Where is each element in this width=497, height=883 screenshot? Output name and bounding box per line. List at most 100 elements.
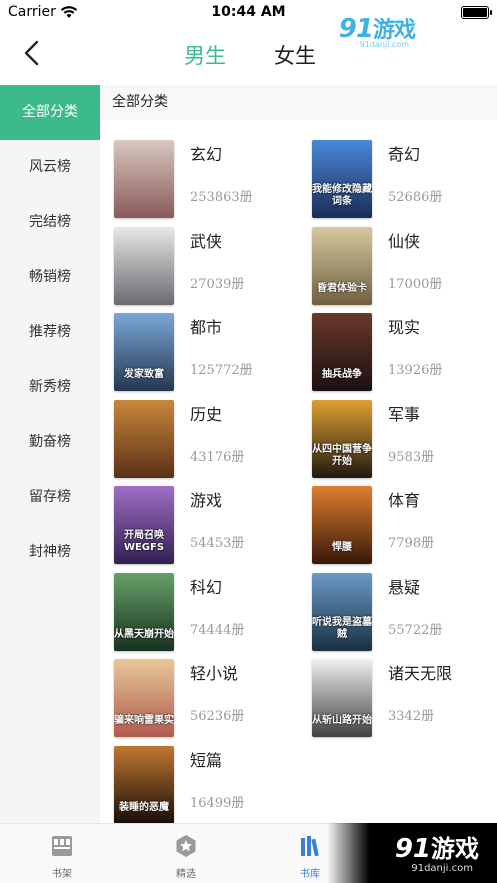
category-name: 轻小说 bbox=[190, 664, 239, 683]
header: 男生 女生 bbox=[0, 26, 497, 84]
category-count: 253863册 bbox=[190, 190, 253, 205]
tab-library-label: 书库 bbox=[300, 869, 320, 880]
book-cover: 发家致富 bbox=[114, 313, 174, 391]
sidebar-item-wanjie[interactable]: 完结榜 bbox=[0, 195, 100, 250]
book-cover: 装睡的恶魔 bbox=[114, 745, 174, 824]
category-name: 历史 bbox=[190, 404, 223, 424]
star-badge-icon bbox=[176, 835, 196, 857]
sidebar-item-xinxiu[interactable]: 新秀榜 bbox=[0, 360, 100, 415]
category-count: 52686册 bbox=[388, 190, 443, 205]
book-cover-title: 开局召唤WEGFS bbox=[123, 530, 165, 553]
book-cover-title: 从黑天崩开始 bbox=[114, 628, 174, 640]
library-icon bbox=[301, 836, 319, 857]
category-item[interactable]: 抽兵战争 现实 13926册 bbox=[298, 313, 488, 393]
tab-bookshelf[interactable]: 书架 bbox=[32, 834, 92, 881]
sidebar-item-fengyun[interactable]: 风云榜 bbox=[0, 140, 100, 195]
category-name: 现实 bbox=[388, 318, 421, 337]
book-cover: 抽兵战争 bbox=[312, 313, 372, 391]
category-name: 诸天无限 bbox=[388, 664, 453, 683]
tab-male[interactable]: 男生 bbox=[184, 40, 226, 70]
category-item[interactable]: 装睡的恶魔 短篇 16499册 bbox=[100, 745, 290, 826]
sidebar-item-fengshen[interactable]: 封神榜 bbox=[0, 525, 100, 580]
category-count: 3342册 bbox=[388, 709, 435, 724]
sidebar-item-all[interactable]: 全部分类 bbox=[0, 85, 100, 140]
category-item[interactable]: 听说我是盗墓贼 悬疑 55722册 bbox=[298, 572, 488, 653]
watermark-domain-bottom: 91danji.com bbox=[411, 863, 473, 874]
category-item[interactable]: 我能修改隐藏词条 奇幻 52686册 bbox=[298, 140, 488, 220]
category-name: 科幻 bbox=[190, 577, 223, 597]
category-item[interactable]: 历史 43176册 bbox=[100, 399, 290, 480]
battery-icon bbox=[461, 6, 492, 19]
sidebar-item-liucun[interactable]: 留存榜 bbox=[0, 470, 100, 525]
book-cover: 昏君体验卡 bbox=[312, 226, 372, 305]
sidebar: 全部分类 风云榜 完结榜 畅销榜 推荐榜 新秀榜 勤奋榜 留存榜 封神榜 bbox=[0, 85, 100, 823]
sidebar-item-qinfen[interactable]: 勤奋榜 bbox=[0, 415, 100, 470]
category-count: 54453册 bbox=[190, 536, 245, 551]
category-item[interactable]: 武侠 27039册 bbox=[100, 226, 290, 307]
category-name: 玄幻 bbox=[190, 145, 223, 164]
category-name: 悬疑 bbox=[388, 577, 421, 597]
category-count: 9583册 bbox=[388, 449, 435, 465]
category-item[interactable]: 开局召唤WEGFS 游戏 54453册 bbox=[100, 486, 290, 566]
tab-featured[interactable]: 精选 bbox=[156, 834, 216, 881]
category-panel: 全部分类 玄幻 253863册 我能修改隐藏词条 奇幻 52686册武侠 27039册 昏君… bbox=[100, 85, 497, 826]
category-item[interactable]: 昏君体验卡 仙侠 17000册 bbox=[298, 226, 488, 307]
book-cover-title: 悍腰 bbox=[332, 542, 352, 553]
book-cover: 悍腰 bbox=[312, 486, 372, 564]
book-cover-title: 抽兵战争 bbox=[322, 369, 362, 380]
category-count: 125772册 bbox=[190, 363, 253, 378]
book-cover bbox=[114, 399, 174, 478]
book-cover: 从四中国营争开始 bbox=[312, 399, 372, 478]
book-cover: 从黑天崩开始 bbox=[114, 572, 174, 651]
category-name: 游戏 bbox=[190, 491, 223, 510]
category-name: 武侠 bbox=[190, 231, 223, 251]
category-item[interactable]: 骗来响雷果实 轻小说 56236册 bbox=[100, 659, 290, 739]
book-cover-title: 从斩山路开始 bbox=[312, 715, 372, 726]
book-cover-title: 装睡的恶魔 bbox=[119, 801, 169, 813]
category-item[interactable]: 从斩山路开始 诸天无限 3342册 bbox=[298, 659, 488, 739]
category-count: 16499册 bbox=[190, 795, 245, 811]
book-cover: 我能修改隐藏词条 bbox=[312, 140, 372, 218]
status-bar: Carrier 10:44 AM bbox=[0, 0, 497, 26]
book-cover bbox=[114, 226, 174, 305]
category-count: 56236册 bbox=[190, 709, 245, 724]
category-count: 27039册 bbox=[190, 276, 245, 292]
category-count: 13926册 bbox=[388, 363, 443, 378]
category-name: 都市 bbox=[190, 318, 223, 337]
book-cover-title: 发家致富 bbox=[124, 369, 164, 380]
section-title: 全部分类 bbox=[100, 85, 497, 120]
category-item[interactable]: 发家致富 都市 125772册 bbox=[100, 313, 290, 393]
category-name: 短篇 bbox=[190, 750, 223, 770]
book-cover-title: 我能修改隐藏词条 bbox=[312, 184, 372, 207]
book-cover bbox=[114, 140, 174, 218]
book-cover: 骗来响雷果实 bbox=[114, 659, 174, 737]
book-cover-title: 昏君体验卡 bbox=[317, 282, 367, 294]
category-name: 军事 bbox=[388, 404, 421, 424]
bookshelf-icon bbox=[52, 836, 72, 856]
category-item[interactable]: 玄幻 253863册 bbox=[100, 140, 290, 220]
clock: 10:44 AM bbox=[211, 4, 286, 20]
category-name: 奇幻 bbox=[388, 145, 421, 164]
category-count: 55722册 bbox=[388, 622, 443, 638]
sidebar-item-changxiao[interactable]: 畅销榜 bbox=[0, 250, 100, 305]
tab-bookshelf-label: 书架 bbox=[52, 869, 72, 880]
sidebar-item-tuijian[interactable]: 推荐榜 bbox=[0, 305, 100, 360]
category-item[interactable]: 悍腰 体育 7798册 bbox=[298, 486, 488, 566]
category-item[interactable]: 从黑天崩开始 科幻 74444册 bbox=[100, 572, 290, 653]
book-cover-title: 从四中国营争开始 bbox=[312, 443, 372, 467]
book-cover: 听说我是盗墓贼 bbox=[312, 572, 372, 651]
book-cover: 开局召唤WEGFS bbox=[114, 486, 174, 564]
book-cover-title: 骗来响雷果实 bbox=[114, 715, 174, 726]
category-name: 仙侠 bbox=[388, 231, 421, 251]
category-count: 17000册 bbox=[388, 276, 443, 292]
tab-featured-label: 精选 bbox=[176, 869, 196, 880]
watermark-logo-bottom: 91游戏 91danji.com bbox=[327, 823, 497, 883]
category-item[interactable]: 从四中国营争开始 军事 9583册 bbox=[298, 399, 488, 480]
book-cover: 从斩山路开始 bbox=[312, 659, 372, 737]
back-icon[interactable] bbox=[20, 39, 44, 67]
tab-female[interactable]: 女生 bbox=[274, 40, 316, 70]
category-count: 43176册 bbox=[190, 449, 245, 465]
book-cover-title: 听说我是盗墓贼 bbox=[312, 616, 372, 640]
category-name: 体育 bbox=[388, 491, 421, 510]
category-count: 74444册 bbox=[190, 622, 245, 638]
